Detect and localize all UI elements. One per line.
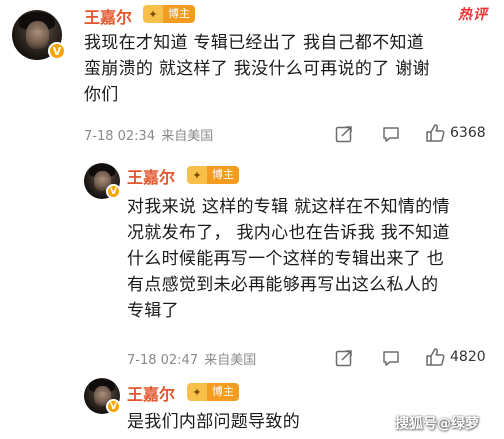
share-button[interactable]: [334, 124, 354, 144]
comment-3: V 王嘉尔 ✦ 博主 是我们内部问题导致的 搜狐号@绿萝: [0, 375, 504, 439]
hot-comment-label: 热评: [458, 7, 488, 23]
blogger-badge-label: 博主: [207, 383, 239, 401]
comment-text: 是我们内部问题导致的: [127, 409, 387, 435]
like-count: 6368: [450, 125, 486, 141]
watermark: 搜狐号@绿萝: [395, 416, 479, 432]
reply-button[interactable]: [381, 348, 401, 368]
like-button[interactable]: 6368: [424, 121, 496, 145]
comment-line: 我现在才知道 专辑已经出了 我自己都不知道: [84, 33, 425, 53]
share-button[interactable]: [334, 348, 354, 368]
like-icon: [426, 348, 445, 366]
username[interactable]: 王嘉尔: [127, 164, 175, 188]
blogger-badge: ✦ 博主: [143, 5, 195, 23]
reply-button[interactable]: [381, 124, 401, 144]
share-icon: [335, 350, 352, 367]
comment-1: V 王嘉尔 ✦ 博主 热评 我现在才知道 专辑已经出了 我自己都不知道 蛮崩溃的…: [0, 0, 504, 160]
comment-line: 对我来说 这样的专辑 就这样在不知情的情: [127, 197, 450, 217]
comment-meta: 7-18 02:34 来自美国: [84, 125, 213, 144]
comment-text: 对我来说 这样的专辑 就这样在不知情的情 况就发布了， 我内心也在告诉我 我不知…: [127, 194, 497, 324]
avatar-face: [26, 21, 49, 49]
verified-badge-icon: V: [106, 399, 121, 414]
comment-location: 来自美国: [204, 353, 257, 368]
like-icon: [426, 124, 445, 142]
blogger-badge: ✦ 博主: [187, 383, 239, 401]
comment-line: 况就发布了， 我内心也在告诉我 我不知道: [127, 223, 450, 243]
like-count: 4820: [450, 349, 486, 365]
blogger-badge-icon: ✦: [143, 5, 163, 23]
comment-line: 你们: [84, 85, 119, 105]
reply-icon: [383, 127, 399, 142]
comment-location: 来自美国: [161, 129, 214, 144]
comment-time: 7-18 02:47: [127, 353, 199, 368]
blogger-badge-label: 博主: [163, 5, 195, 23]
verified-badge-icon: V: [106, 184, 121, 199]
blogger-badge: ✦ 博主: [187, 166, 239, 184]
share-icon: [335, 126, 352, 143]
comment-line: 是我们内部问题导致的: [127, 412, 300, 432]
comment-text: 我现在才知道 专辑已经出了 我自己都不知道 蛮崩溃的 就这样了 我没什么可再说的…: [84, 30, 494, 108]
comment-line: 什么时候能再写一个这样的专辑出来了 也: [127, 249, 445, 269]
verified-badge-icon: V: [48, 42, 66, 60]
reply-icon: [383, 351, 399, 366]
comment-meta: 7-18 02:47 来自美国: [127, 349, 256, 368]
comment-2: V 王嘉尔 ✦ 博主 对我来说 这样的专辑 就这样在不知情的情 况就发布了， 我…: [0, 160, 504, 375]
username[interactable]: 王嘉尔: [127, 381, 175, 405]
blogger-badge-icon: ✦: [187, 383, 207, 401]
comment-line: 蛮崩溃的 就这样了 我没什么可再说的了 谢谢: [84, 59, 430, 79]
blogger-badge-icon: ✦: [187, 166, 207, 184]
username[interactable]: 王嘉尔: [84, 4, 132, 28]
comment-line: 有点感觉到未必再能够再写出这么私人的: [127, 275, 439, 295]
blogger-badge-label: 博主: [207, 166, 239, 184]
comment-time: 7-18 02:34: [84, 129, 156, 144]
comment-line: 专辑了: [127, 301, 179, 321]
like-button[interactable]: 4820: [424, 345, 496, 369]
